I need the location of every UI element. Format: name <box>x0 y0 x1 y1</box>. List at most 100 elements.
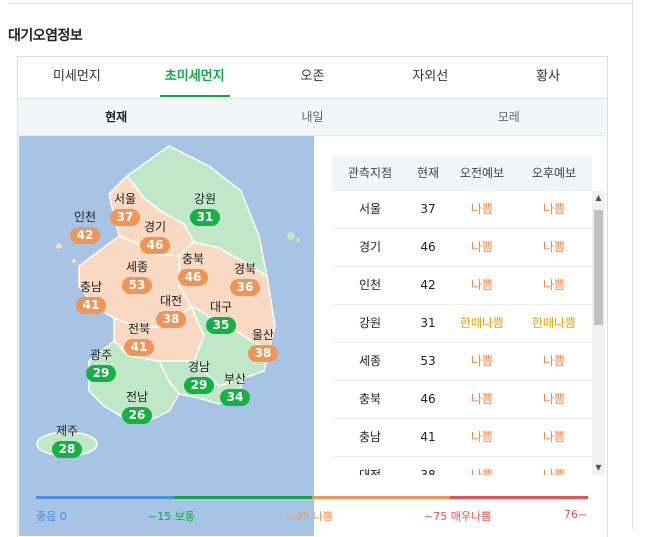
region-value-badge: 34 <box>220 389 250 406</box>
am-forecast-cell: 나쁨 <box>470 354 494 368</box>
legend-bar-normal <box>174 496 312 499</box>
table-header: 관측지점 현재 오전예보 오후예보 <box>332 155 592 191</box>
now-cell: 46 <box>420 240 436 254</box>
scroll-down-icon[interactable]: ▼ <box>592 461 605 475</box>
table-row: 충남 41 나쁨 나쁨 <box>332 419 592 457</box>
now-cell: 42 <box>420 278 436 292</box>
map-region[interactable]: 경기 46 <box>131 220 179 254</box>
table-row: 경기 46 나쁨 나쁨 <box>332 229 592 267</box>
region-value-badge: 28 <box>52 441 82 458</box>
site-cell: 경기 <box>358 240 382 254</box>
header-now: 현재 <box>416 166 440 180</box>
tab-ozone[interactable]: 오존 <box>254 57 372 97</box>
subtab-today[interactable]: 현재 <box>18 99 214 135</box>
map-region[interactable]: 부산 34 <box>211 372 259 406</box>
pm-forecast-cell: 나쁨 <box>542 240 566 254</box>
am-forecast-cell: 나쁨 <box>470 240 494 254</box>
legend-bar-good <box>36 496 174 499</box>
scroll-up-icon[interactable]: ▲ <box>592 191 605 205</box>
legend-very-bad: ~75 매우나쁨 <box>424 510 492 523</box>
scroll-thumb[interactable] <box>594 210 603 325</box>
table-row: 강원 31 한때나쁨 한때나쁨 <box>332 305 592 343</box>
now-cell: 38 <box>420 468 436 475</box>
region-name: 경북 <box>233 262 257 276</box>
pm-forecast-cell: 나쁨 <box>542 278 566 292</box>
header-pm-forecast: 오후예보 <box>531 166 577 180</box>
map-region[interactable]: 제주 28 <box>43 424 91 458</box>
region-name: 인천 <box>73 210 97 224</box>
now-cell: 46 <box>420 392 436 406</box>
region-value-badge: 41 <box>124 339 154 356</box>
pm-forecast-cell: 나쁨 <box>542 468 566 475</box>
legend: 좋음 0 ~15 보통 ~35 나쁨 ~75 매우나쁨 76~ <box>36 496 588 526</box>
top-divider <box>8 0 633 4</box>
table-row: 충북 46 나쁨 나쁨 <box>332 381 592 419</box>
table-body[interactable]: 서울 37 나쁨 나쁨 경기 46 나쁨 나쁨 인천 42 나쁨 나쁨 강원 31 한때나쁨 한때나쁨 세종 53… <box>332 191 592 475</box>
tab-yellow-dust[interactable]: 황사 <box>489 57 607 97</box>
region-name: 전남 <box>125 390 149 404</box>
region-name: 경기 <box>143 220 167 234</box>
header-site: 관측지점 <box>347 166 393 180</box>
am-forecast-cell: 나쁨 <box>470 468 494 475</box>
subtab-day-after[interactable]: 모레 <box>411 99 607 135</box>
pm-forecast-cell: 나쁨 <box>542 354 566 368</box>
region-name: 대전 <box>159 294 183 308</box>
region-value-badge: 38 <box>248 345 278 362</box>
legend-bad: ~35 나쁨 <box>286 510 333 523</box>
am-forecast-cell: 나쁨 <box>470 202 494 216</box>
am-forecast-cell: 나쁨 <box>470 278 494 292</box>
pm-forecast-cell: 나쁨 <box>542 202 566 216</box>
map-region[interactable]: 충북 46 <box>169 252 217 286</box>
region-value-badge: 29 <box>184 377 214 394</box>
region-name: 서울 <box>113 192 137 206</box>
header-am-forecast: 오전예보 <box>459 166 505 180</box>
site-cell: 충남 <box>358 430 382 444</box>
table-scrollbar[interactable]: ▲ ▼ <box>592 191 605 475</box>
region-value-badge: 41 <box>76 297 106 314</box>
map-region[interactable]: 세종 53 <box>113 260 161 294</box>
now-cell: 31 <box>420 316 436 330</box>
region-value-badge: 29 <box>86 365 116 382</box>
map-region[interactable]: 대구 35 <box>197 300 245 334</box>
region-value-badge: 35 <box>206 317 236 334</box>
pollutant-tabs: 미세먼지 초미세먼지 오존 자외선 황사 <box>18 57 607 97</box>
legend-normal: ~15 보통 <box>148 510 195 523</box>
am-forecast-cell: 나쁨 <box>470 392 494 406</box>
tab-ultrafine-dust[interactable]: 초미세먼지 <box>136 57 254 97</box>
map-region[interactable]: 울산 38 <box>239 328 287 362</box>
region-value-badge: 46 <box>178 269 208 286</box>
table-row: 세종 53 나쁨 나쁨 <box>332 343 592 381</box>
region-value-badge: 42 <box>70 227 100 244</box>
site-cell: 세종 <box>358 354 382 368</box>
region-value-badge: 46 <box>140 237 170 254</box>
observation-table: 관측지점 현재 오전예보 오후예보 서울 37 나쁨 나쁨 경기 46 나쁨 나쁨 인천 42 나쁨… <box>332 155 592 475</box>
map-region[interactable]: 경북 36 <box>221 262 269 296</box>
air-pollution-panel: 미세먼지 초미세먼지 오존 자외선 황사 현재 내일 모레 서울 37 인천 42 경기… <box>17 56 608 537</box>
table-row: 서울 37 나쁨 나쁨 <box>332 191 592 229</box>
now-cell: 41 <box>420 430 436 444</box>
legend-max: 76~ <box>564 508 588 521</box>
region-name: 세종 <box>125 260 149 274</box>
map-region[interactable]: 전남 26 <box>113 390 161 424</box>
tab-uv[interactable]: 자외선 <box>371 57 489 97</box>
region-name: 제주 <box>55 424 79 438</box>
site-cell: 충북 <box>358 392 382 406</box>
am-forecast-cell: 나쁨 <box>470 430 494 444</box>
map-region[interactable]: 충남 41 <box>67 280 115 314</box>
tab-fine-dust[interactable]: 미세먼지 <box>18 57 136 97</box>
map-region[interactable]: 광주 29 <box>77 348 125 382</box>
pm-forecast-cell: 나쁨 <box>542 392 566 406</box>
site-cell: 인천 <box>358 278 382 292</box>
region-value-badge: 53 <box>122 277 152 294</box>
korea-map: 서울 37 인천 42 경기 46 강원 31 세종 53 충북 46 경북 36 충남 41 대전 38 대구 35… <box>19 136 314 536</box>
map-region[interactable]: 강원 31 <box>181 192 229 226</box>
map-region[interactable]: 인천 42 <box>61 210 109 244</box>
day-tabs: 현재 내일 모레 <box>18 98 607 136</box>
table-row: 인천 42 나쁨 나쁨 <box>332 267 592 305</box>
now-cell: 53 <box>420 354 436 368</box>
pm-forecast-cell: 나쁨 <box>542 430 566 444</box>
region-name: 광주 <box>89 348 113 362</box>
legend-good: 좋음 0 <box>36 510 67 523</box>
region-name: 대구 <box>209 300 233 314</box>
subtab-tomorrow[interactable]: 내일 <box>214 99 410 135</box>
